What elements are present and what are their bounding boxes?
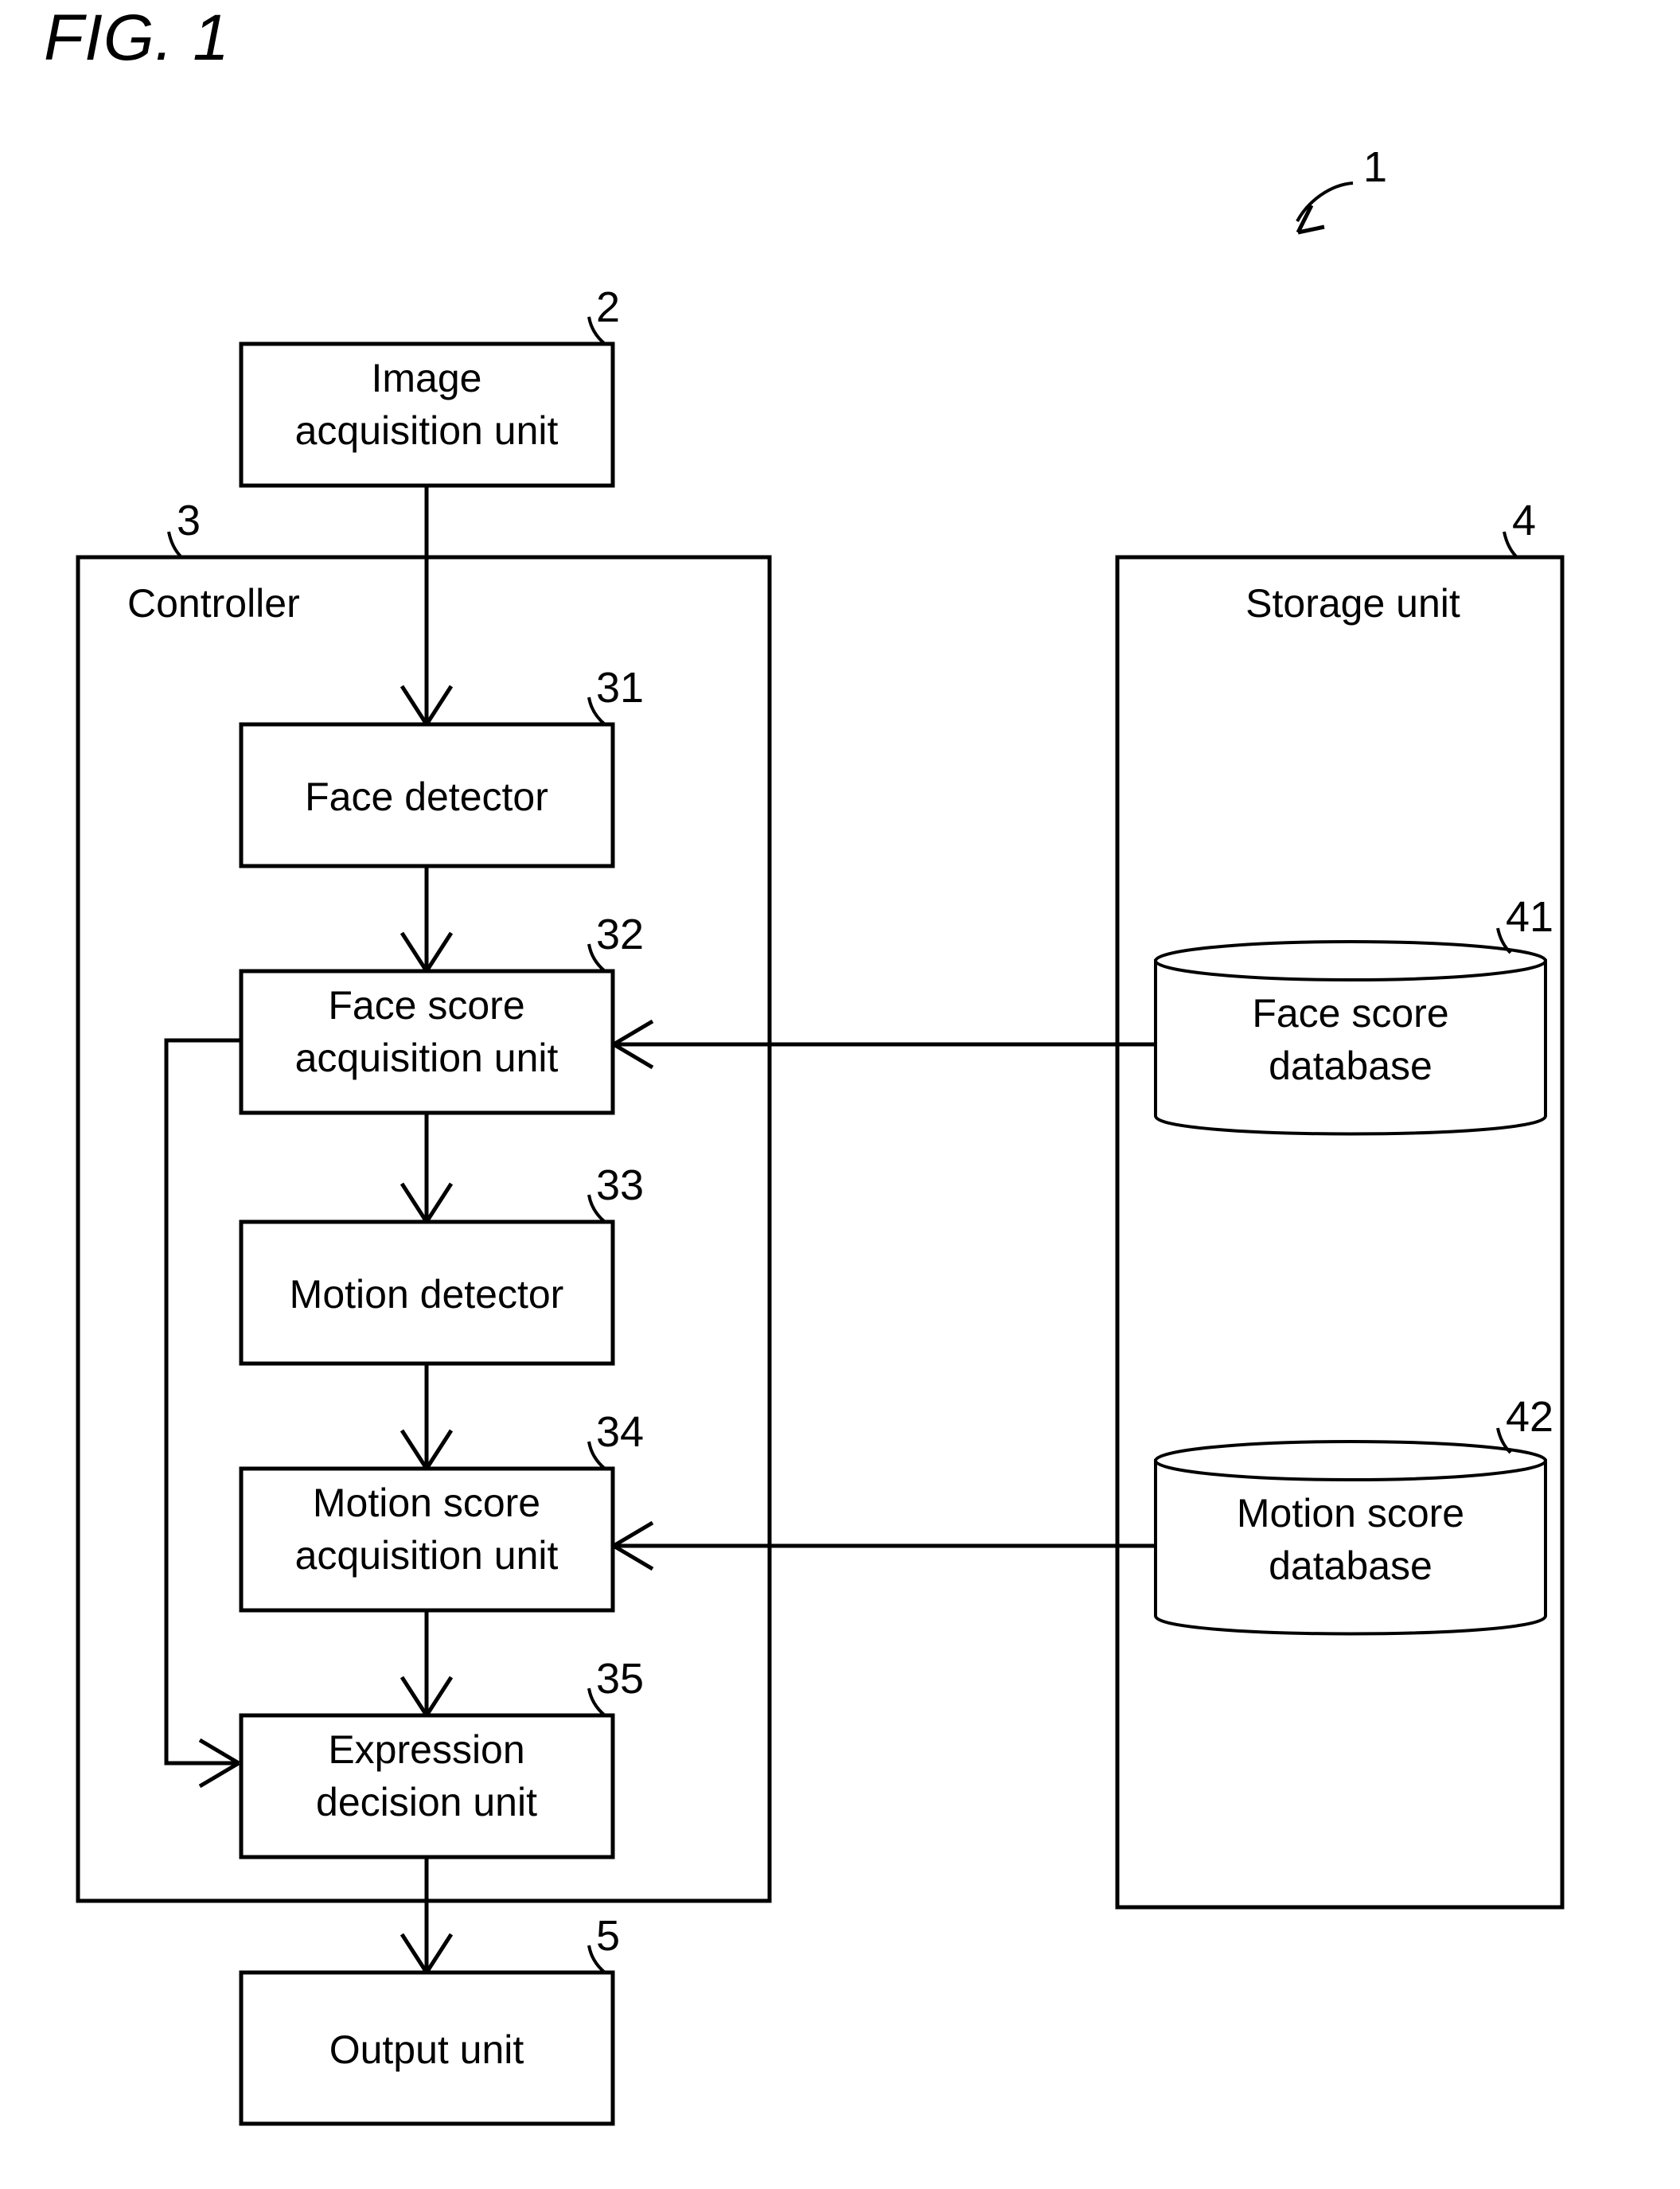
face-score-database-label-line1: Face score <box>1252 991 1448 1036</box>
face-score-acquisition-unit-node[interactable]: Face score acquisition unit 32 <box>239 911 644 1115</box>
motion-score-database-top <box>1154 1440 1547 1481</box>
edge-expression-to-output <box>400 1857 454 1974</box>
image-acquisition-unit-label-line1: Image <box>372 356 482 400</box>
controller-container[interactable]: Controller 3 <box>76 497 772 1903</box>
motion-detector-label-line1: Motion detector <box>290 1272 564 1317</box>
storage-unit-container[interactable]: Storage unit 4 <box>1115 497 1565 1910</box>
motion-detector-ref-number: 33 <box>596 1161 644 1209</box>
storage-unit-box[interactable] <box>1115 555 1565 1910</box>
motion-detector-node[interactable]: Motion detector 33 <box>239 1161 644 1366</box>
motion-score-acquisition-unit-label-line1: Motion score <box>313 1481 540 1525</box>
face-score-database-label-line2: database <box>1269 1044 1432 1088</box>
controller-ref-number: 3 <box>177 497 201 544</box>
face-detector-node[interactable]: Face detector 31 <box>239 664 644 868</box>
motion-score-database-node[interactable]: Motion score database 42 <box>1154 1393 1553 1636</box>
edge-motion-score-db-to-motion-score-unit <box>612 1520 1156 1571</box>
face-score-database-node[interactable]: Face score database 41 <box>1154 893 1553 1136</box>
edge-face-detector-to-face-score <box>400 866 454 973</box>
controller-label: Controller <box>127 581 300 626</box>
expression-decision-unit-ref-number: 35 <box>596 1655 644 1703</box>
face-score-acquisition-unit-label-line2: acquisition unit <box>295 1036 559 1080</box>
output-unit-ref-number: 5 <box>596 1912 620 1960</box>
figure-canvas: FIG. 1 1 Image acquisition unit 2 Contro… <box>0 0 1680 2189</box>
face-detector-ref-number: 31 <box>596 664 644 712</box>
storage-unit-label: Storage unit <box>1245 581 1460 626</box>
block-diagram-svg: FIG. 1 1 Image acquisition unit 2 Contro… <box>44 2 1565 2126</box>
system-ref-arrowhead <box>1296 204 1325 235</box>
face-score-database-top <box>1154 940 1547 981</box>
expression-decision-unit-node[interactable]: Expression decision unit 35 <box>239 1655 644 1859</box>
face-score-database-ref-number: 41 <box>1506 893 1553 941</box>
image-acquisition-unit-ref-number: 2 <box>596 283 620 331</box>
face-detector-label-line1: Face detector <box>305 775 548 819</box>
edge-face-score-feedback-line <box>164 1038 241 1766</box>
edge-image-to-face-detector <box>400 486 454 726</box>
face-score-acquisition-unit-ref-number: 32 <box>596 911 644 958</box>
expression-decision-unit-label-line1: Expression <box>328 1727 524 1772</box>
edge-face-score-feedback-to-expression <box>164 1038 241 1789</box>
expression-decision-unit-label-line2: decision unit <box>316 1780 537 1824</box>
edge-motion-detector-to-motion-score <box>400 1364 454 1470</box>
output-unit-label-line1: Output unit <box>329 2027 524 2072</box>
image-acquisition-unit-label-line2: acquisition unit <box>295 408 559 453</box>
edge-motion-score-to-expression <box>400 1610 454 1717</box>
motion-score-database-label-line2: database <box>1269 1543 1432 1588</box>
image-acquisition-unit-node[interactable]: Image acquisition unit 2 <box>239 283 620 488</box>
storage-unit-ref-number: 4 <box>1512 497 1536 544</box>
edge-face-score-db-to-face-score-unit <box>612 1019 1156 1070</box>
system-ref-number: 1 <box>1363 143 1387 191</box>
face-score-acquisition-unit-label-line1: Face score <box>328 983 524 1028</box>
edge-face-score-to-motion-detector <box>400 1113 454 1223</box>
motion-score-acquisition-unit-label-line2: acquisition unit <box>295 1533 559 1578</box>
output-unit-node[interactable]: Output unit 5 <box>239 1912 620 2126</box>
system-ref-marker: 1 <box>1296 143 1387 235</box>
motion-score-acquisition-unit-ref-number: 34 <box>596 1408 644 1456</box>
motion-score-database-ref-number: 42 <box>1506 1393 1553 1441</box>
figure-title: FIG. 1 <box>44 2 230 74</box>
motion-score-acquisition-unit-node[interactable]: Motion score acquisition unit 34 <box>239 1408 644 1613</box>
motion-score-database-label-line1: Motion score <box>1237 1491 1464 1535</box>
